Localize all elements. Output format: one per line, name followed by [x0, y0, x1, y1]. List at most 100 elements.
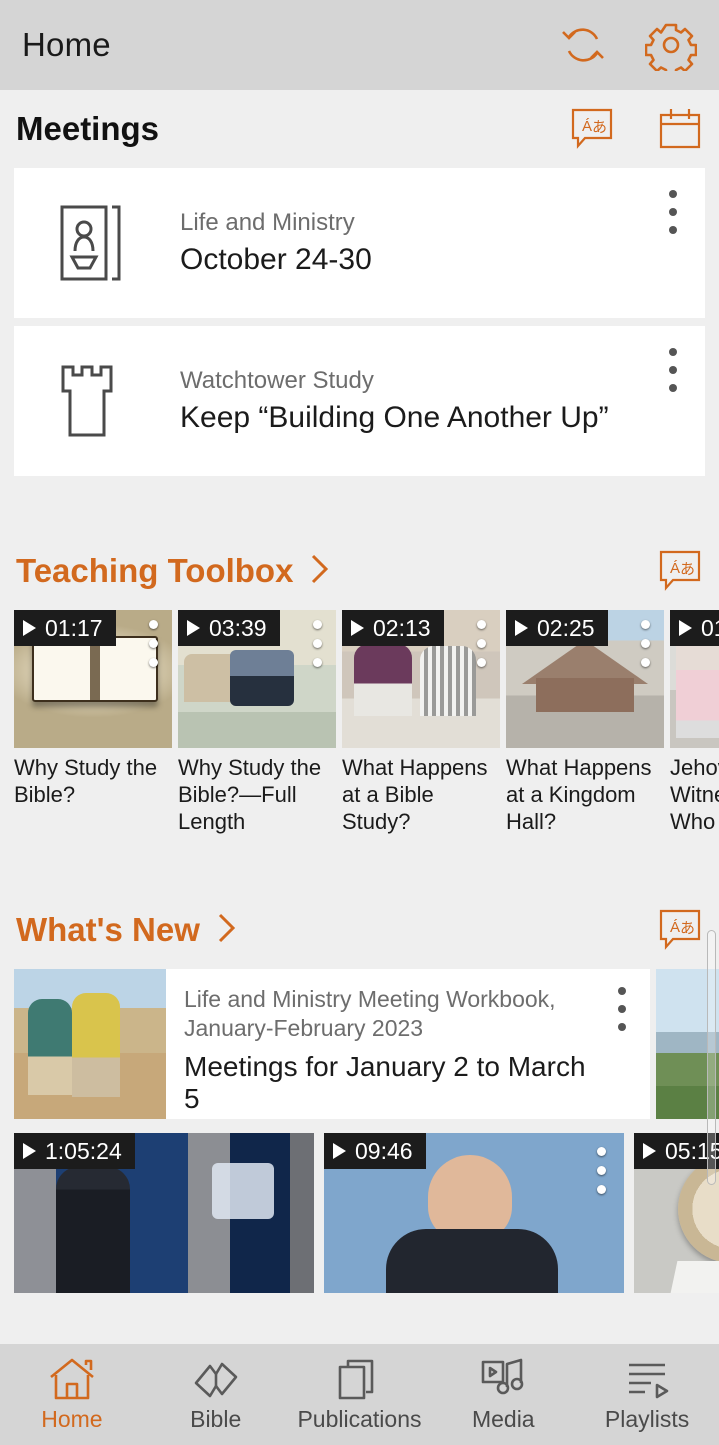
meeting-subtitle: Watchtower Study: [180, 367, 374, 394]
sync-icon[interactable]: [521, 19, 609, 71]
svg-text:Á: Á: [670, 560, 680, 577]
app-bar: Home: [0, 0, 719, 90]
watchtower-icon: [48, 361, 134, 441]
whats-new-card[interactable]: Life and Ministry Meeting Workbook, Janu…: [14, 969, 650, 1119]
overflow-menu-button[interactable]: [313, 620, 322, 677]
svg-text:Á: Á: [670, 919, 680, 936]
nav-item-playlists[interactable]: Playlists: [575, 1357, 719, 1433]
video-thumbnail[interactable]: 01:17: [14, 610, 172, 748]
playlist-icon: [623, 1357, 671, 1401]
nav-label: Bible: [190, 1405, 242, 1432]
overflow-menu-button[interactable]: [641, 620, 650, 677]
meeting-card-watchtower-study[interactable]: Watchtower Study Keep “Building One Anot…: [14, 326, 705, 476]
overflow-menu-button[interactable]: [477, 620, 486, 677]
media-note-icon: [479, 1357, 527, 1401]
duration-badge: 02:25: [506, 610, 608, 646]
video-thumbnail[interactable]: 03:39: [178, 610, 336, 748]
video-tile[interactable]: 02:13 What Happens at a Bible Study?: [342, 610, 500, 835]
bottom-navigation: Home Bible Publications Media Playlists: [0, 1344, 719, 1445]
video-label: Jehovah's Witnesses—Who Are We?: [670, 755, 719, 834]
whats-new-video-row[interactable]: 1:05:24 09:46 05:15: [0, 1133, 719, 1293]
duration-badge: 03:39: [178, 610, 280, 646]
video-label: Why Study the Bible?—Full Length: [178, 755, 322, 834]
duration-badge: 09:46: [324, 1133, 426, 1169]
pages-icon: [335, 1357, 383, 1401]
language-icon[interactable]: Á あ: [657, 548, 703, 594]
duration-text: 02:25: [537, 614, 595, 641]
meetings-title: Meetings: [16, 110, 160, 147]
video-thumbnail[interactable]: 01:24: [670, 610, 719, 748]
nav-item-publications[interactable]: Publications: [288, 1357, 432, 1433]
video-tile[interactable]: 02:25 What Happens at a Kingdom Hall?: [506, 610, 664, 835]
page-title: Home: [22, 26, 111, 63]
meeting-card-text: Life and Ministry October 24-30: [180, 209, 372, 277]
home-icon: [48, 1357, 96, 1401]
meeting-subtitle: Life and Ministry: [180, 209, 355, 236]
nav-label: Media: [471, 1405, 535, 1432]
article-subtitle: Life and Ministry Meeting Workbook, Janu…: [184, 986, 556, 1041]
video-tile[interactable]: 03:39 Why Study the Bible?—Full Length: [178, 610, 336, 835]
video-thumbnail[interactable]: 02:13: [342, 610, 500, 748]
teaching-toolbox-title: Teaching Toolbox: [16, 552, 294, 589]
overflow-menu-button[interactable]: [149, 620, 158, 677]
duration-badge: 02:13: [342, 610, 444, 646]
chevron-right-icon: [307, 552, 333, 591]
play-icon: [23, 1143, 36, 1159]
overflow-menu-button[interactable]: [669, 348, 677, 402]
nav-item-bible[interactable]: Bible: [144, 1357, 288, 1433]
duration-badge: 01:24: [670, 610, 719, 646]
meetings-section-header: Meetings Á あ: [0, 90, 719, 168]
teaching-toolbox-video-strip[interactable]: 01:17 Why Study the Bible? 03:39 Why Stu…: [0, 610, 719, 835]
article-title: Meetings for January 2 to March 5: [184, 1051, 586, 1114]
play-icon: [187, 620, 200, 636]
svg-text:Á: Á: [582, 118, 592, 135]
teaching-toolbox-header[interactable]: Teaching Toolbox Á あ: [0, 532, 719, 610]
play-icon: [643, 1143, 656, 1159]
nav-label: Home: [41, 1405, 103, 1432]
whats-new-title: What's New: [16, 911, 200, 948]
duration-text: 03:39: [209, 614, 267, 641]
meeting-card-life-and-ministry[interactable]: Life and Ministry October 24-30: [14, 168, 705, 318]
duration-text: 01:24: [701, 614, 719, 641]
video-tile[interactable]: 01:17 Why Study the Bible?: [14, 610, 172, 835]
duration-badge: 01:17: [14, 610, 116, 646]
play-icon: [679, 620, 692, 636]
nav-item-home[interactable]: Home: [0, 1357, 144, 1433]
video-label: What Happens at a Kingdom Hall?: [506, 755, 652, 834]
meeting-card-text: Watchtower Study Keep “Building One Anot…: [180, 367, 609, 435]
svg-text:あ: あ: [680, 919, 695, 937]
svg-text:あ: あ: [680, 560, 695, 578]
duration-text: 1:05:24: [45, 1137, 122, 1164]
play-icon: [23, 620, 36, 636]
play-icon: [515, 620, 528, 636]
overflow-menu-button[interactable]: [618, 987, 626, 1041]
thumbnail-image: [14, 969, 166, 1119]
language-icon[interactable]: Á あ: [657, 907, 703, 953]
play-icon: [333, 1143, 346, 1159]
video-label: Why Study the Bible?: [14, 755, 158, 807]
overflow-menu-button[interactable]: [669, 190, 677, 244]
chevron-right-icon: [214, 911, 240, 950]
language-icon[interactable]: Á あ: [569, 106, 615, 152]
meeting-title: October 24-30: [180, 243, 372, 276]
article-thumbnail: [14, 969, 166, 1119]
article-body: Life and Ministry Meeting Workbook, Janu…: [166, 969, 650, 1119]
whats-new-header[interactable]: What's New Á あ: [0, 891, 719, 969]
whats-new-row[interactable]: Life and Ministry Meeting Workbook, Janu…: [0, 969, 719, 1119]
duration-text: 09:46: [355, 1137, 413, 1164]
book-icon: [192, 1357, 240, 1401]
nav-item-media[interactable]: Media: [431, 1357, 575, 1433]
scrollbar[interactable]: [707, 930, 716, 1185]
overflow-menu-button[interactable]: [597, 1147, 606, 1204]
calendar-icon[interactable]: [657, 106, 703, 152]
svg-text:あ: あ: [592, 118, 607, 136]
gear-icon[interactable]: [609, 19, 697, 71]
play-icon: [351, 620, 364, 636]
video-thumbnail[interactable]: 02:25: [506, 610, 664, 748]
video-tile[interactable]: 1:05:24: [14, 1133, 314, 1293]
video-label: What Happens at a Bible Study?: [342, 755, 488, 834]
video-tile[interactable]: 01:24 Jehovah's Witnesses—Who Are We?: [670, 610, 719, 835]
video-tile[interactable]: 09:46: [324, 1133, 624, 1293]
duration-badge: 1:05:24: [14, 1133, 135, 1169]
meeting-title: Keep “Building One Another Up”: [180, 401, 609, 434]
